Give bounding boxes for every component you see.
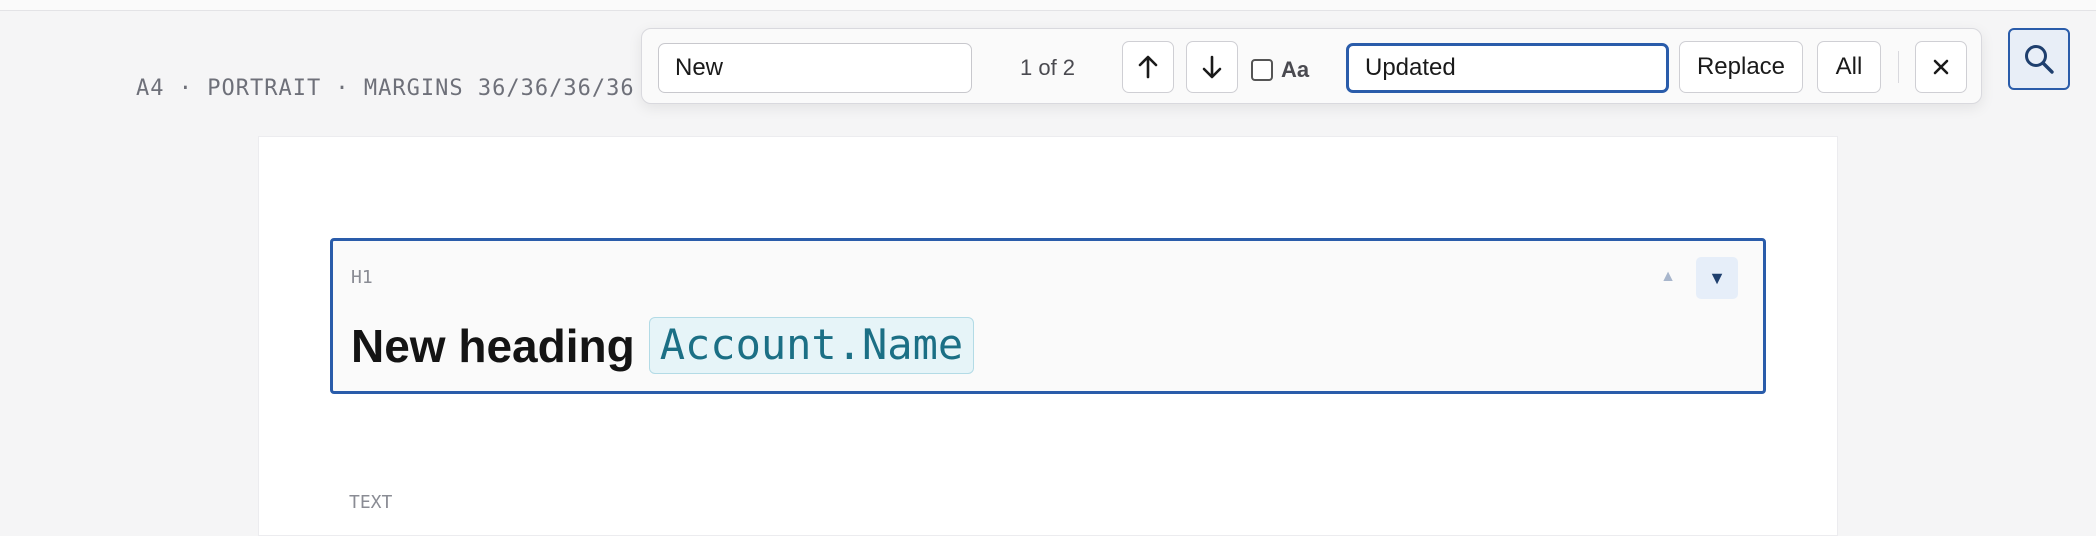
match-count: 1 of 2	[1020, 55, 1076, 80]
match-case-checkbox[interactable]	[1251, 59, 1273, 81]
arrow-down-icon	[1202, 55, 1222, 79]
close-icon	[1933, 59, 1949, 75]
toolbar-divider	[1898, 51, 1899, 83]
triangle-up-icon: ▲	[1660, 268, 1676, 285]
next-match-button[interactable]	[1186, 41, 1238, 93]
page-format-label: A4 · PORTRAIT · MARGINS 36/36/36/36	[136, 76, 635, 101]
find-replace-bar: 1 of 2 Aa Replace All	[641, 28, 1982, 104]
heading-block[interactable]: H1 New heading Account.Name ▲ ▼	[330, 238, 1766, 394]
search-icon	[2025, 45, 2054, 74]
replace-all-button[interactable]: All	[1817, 41, 1881, 93]
block-type-label: H1	[351, 267, 373, 288]
search-toggle-button[interactable]	[2008, 28, 2070, 90]
previous-match-button[interactable]	[1122, 41, 1174, 93]
close-find-button[interactable]	[1915, 41, 1967, 93]
move-up-button[interactable]: ▲	[1652, 261, 1684, 293]
replace-input[interactable]	[1346, 43, 1669, 93]
heading-text[interactable]: New heading	[351, 319, 635, 373]
match-case-label: Aa	[1281, 57, 1310, 82]
find-input[interactable]	[658, 43, 972, 93]
match-case-toggle[interactable]: Aa	[1251, 57, 1309, 83]
text-block-type-label: TEXT	[349, 492, 393, 513]
triangle-down-icon: ▼	[1708, 267, 1726, 288]
heading-content[interactable]: New heading Account.Name	[351, 317, 975, 374]
merge-field-token[interactable]: Account.Name	[648, 317, 975, 374]
replace-button[interactable]: Replace	[1679, 41, 1803, 93]
move-down-button[interactable]: ▼	[1696, 257, 1738, 299]
arrow-up-icon	[1138, 55, 1158, 79]
top-edge	[0, 0, 2096, 11]
